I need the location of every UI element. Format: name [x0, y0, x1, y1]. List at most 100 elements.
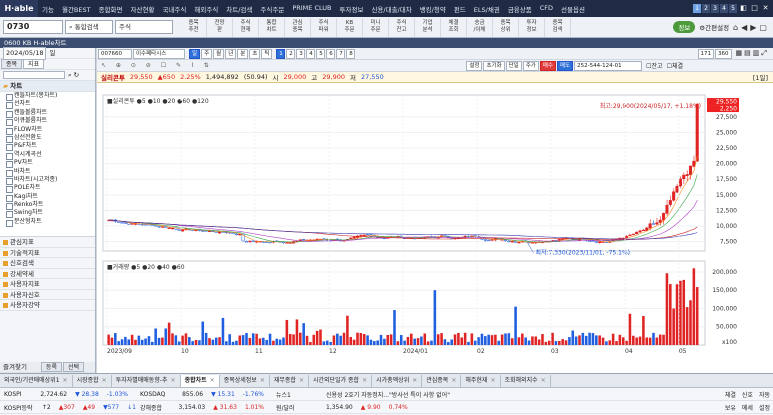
menu-item-0[interactable]: 기능: [38, 4, 58, 14]
indicator-section-4[interactable]: 사용자지표: [0, 279, 95, 290]
menu-item-15[interactable]: CFD: [536, 4, 557, 14]
ticker-right-btn-2[interactable]: 자동: [759, 390, 770, 399]
action-button-1[interactable]: 초기화: [483, 60, 505, 71]
page-button-1[interactable]: 1: [693, 4, 701, 13]
indicator-search-input[interactable]: [3, 71, 65, 79]
quick-icon-6[interactable]: KB 주문: [337, 17, 363, 37]
menu-item-8[interactable]: PRIME CLUB: [288, 4, 335, 14]
date-field[interactable]: 2024/05/18: [3, 46, 47, 60]
bottom-tab-4[interactable]: 종목상세정보 ✕: [220, 374, 270, 387]
period-field[interactable]: 일: [49, 48, 55, 59]
market-select[interactable]: 주식: [115, 20, 173, 34]
count-button-6[interactable]: 6: [326, 48, 336, 59]
period-button-6[interactable]: 틱: [261, 48, 273, 59]
fill-checkbox[interactable]: ☐체결: [667, 61, 683, 70]
indicator-section-5[interactable]: 사용자신호: [0, 290, 95, 300]
close-icon[interactable]: ✕: [171, 375, 176, 387]
section-chart[interactable]: ▰ 차트: [0, 81, 95, 92]
action-button-2[interactable]: 단일: [505, 60, 522, 71]
bottom-tab-5[interactable]: 재무종합 ✕: [270, 374, 309, 387]
menu-item-16[interactable]: 선물옵션: [557, 4, 589, 14]
period-button-4[interactable]: 분: [237, 48, 249, 59]
close-icon[interactable]: ✕: [260, 375, 265, 387]
action-button-0[interactable]: 설정: [466, 60, 483, 71]
close-icon[interactable]: ✕: [412, 375, 417, 387]
ticker-right-btn-1[interactable]: 메세: [742, 403, 753, 412]
close-icon[interactable]: ✕: [299, 375, 304, 387]
integrated-search-button[interactable]: ⌕ 통합검색: [65, 20, 113, 34]
info-button[interactable]: 정보: [673, 21, 696, 33]
period-button-3[interactable]: 년: [225, 48, 237, 59]
quick-icon-3[interactable]: 통합 차트: [259, 17, 285, 37]
quick-icon-5[interactable]: 주식 파워: [311, 17, 337, 37]
menu-item-5[interactable]: 해외주식: [190, 4, 222, 14]
minimize-icon[interactable]: ◧: [739, 4, 748, 13]
quick-icon-14[interactable]: 종목 검색: [545, 17, 571, 37]
chart-type-item-9[interactable]: 바차트: [0, 168, 95, 177]
count-button-2[interactable]: 2: [286, 48, 296, 59]
bottom-tab-1[interactable]: 시장종합 ✕: [73, 374, 112, 387]
quick-icon-11[interactable]: 송금/이체: [467, 17, 493, 37]
close-icon[interactable]: ✕: [210, 375, 215, 387]
menu-item-7[interactable]: 주식주문: [256, 4, 288, 14]
page-button-2[interactable]: 2: [702, 4, 710, 13]
indicator-section-1[interactable]: 기술적지표: [0, 248, 95, 258]
drawing-tools[interactable]: ↖ ⊕ ⊙ ⊘ ☐ ✎ ⌇ ⇅: [101, 62, 213, 69]
quick-icon-2[interactable]: 주식 현재: [233, 17, 259, 37]
count-button-3[interactable]: 3: [296, 48, 306, 59]
indicator-section-0[interactable]: 관심지표: [0, 237, 95, 248]
view-count[interactable]: 171: [697, 48, 715, 59]
ticker-right-btn-1[interactable]: 신호: [742, 390, 753, 399]
quick-icon-10[interactable]: 체결 조회: [441, 17, 467, 37]
maximize-icon[interactable]: □: [750, 4, 759, 13]
menu-item-14[interactable]: 금융상품: [504, 4, 536, 14]
chart-type-item-7[interactable]: 역시계곡선: [0, 151, 95, 161]
bottom-tab-9[interactable]: 해주현재 ✕: [461, 374, 501, 387]
menu-item-3[interactable]: 자산현황: [127, 4, 159, 14]
bottom-tab-10[interactable]: 조회해외지수 ✕: [501, 374, 551, 387]
bottom-tab-8[interactable]: 관심종목 ✕: [422, 374, 462, 387]
action-button-5[interactable]: 매도: [557, 60, 574, 71]
period-button-5[interactable]: 초: [249, 48, 261, 59]
period-button-0[interactable]: 일: [189, 48, 201, 59]
select-button[interactable]: 선택: [62, 362, 85, 372]
nav-icons[interactable]: ⌂◀▶▢: [733, 23, 770, 32]
stock-chart[interactable]: ■실리콘투 ●5 ●10 ●20 ●60 ●120 ■거래량 ●5 ●20 ●40…: [97, 83, 773, 373]
quick-icon-7[interactable]: 미니 주문: [363, 17, 389, 37]
quick-icon-13[interactable]: 투자 정보: [519, 17, 545, 37]
chart-view-icons[interactable]: ▦▤▥⤢: [736, 49, 769, 58]
search-icon[interactable]: ⌕: [68, 70, 72, 81]
close-icon[interactable]: ✕: [63, 375, 68, 387]
chart-type-item-4[interactable]: FLOW차트: [0, 126, 95, 136]
chart-type-item-15[interactable]: 분산형차트: [0, 218, 95, 228]
period-button-2[interactable]: 월: [213, 48, 225, 59]
indicator-section-2[interactable]: 신호검색: [0, 258, 95, 269]
close-icon[interactable]: ✕: [102, 375, 107, 387]
count-button-8[interactable]: 8: [346, 48, 356, 59]
register-button[interactable]: 등록: [40, 362, 62, 372]
indicator-section-3[interactable]: 강세약세: [0, 269, 95, 279]
balance-checkbox[interactable]: ☐잔고: [646, 61, 662, 70]
close-icon[interactable]: ✕: [490, 375, 495, 387]
quick-icon-0[interactable]: 종목 추천: [181, 17, 207, 37]
menu-item-9[interactable]: 투자정보: [336, 4, 368, 14]
settings-button[interactable]: ⚙간편설정: [699, 22, 729, 32]
menu-item-6[interactable]: 차트/검색: [222, 4, 256, 14]
quick-icon-8[interactable]: 주식 잔고: [389, 17, 415, 37]
bottom-tab-6[interactable]: 시간외단일가 종합 ✕: [309, 374, 373, 387]
count-button-7[interactable]: 7: [336, 48, 346, 59]
chart-code-input[interactable]: 007660: [98, 48, 132, 59]
page-button-4[interactable]: 4: [720, 4, 728, 13]
ticker-right-btn-0[interactable]: 체결: [725, 390, 736, 399]
tab-stock[interactable]: 종목: [1, 59, 23, 69]
action-button-4[interactable]: 매수: [539, 60, 556, 71]
count-button-4[interactable]: 4: [306, 48, 316, 59]
action-button-3[interactable]: 주가: [522, 60, 539, 71]
ticker-right-btn-0[interactable]: 보유: [725, 403, 736, 412]
period-button-1[interactable]: 주: [201, 48, 213, 59]
chart-type-item-8[interactable]: PV차트: [0, 159, 95, 169]
quick-icon-1[interactable]: 전망 판: [207, 17, 233, 37]
close-icon[interactable]: ✕: [541, 375, 546, 387]
account-select[interactable]: 252-544-124-01: [574, 60, 643, 71]
menu-item-12[interactable]: 펀드: [450, 4, 470, 14]
